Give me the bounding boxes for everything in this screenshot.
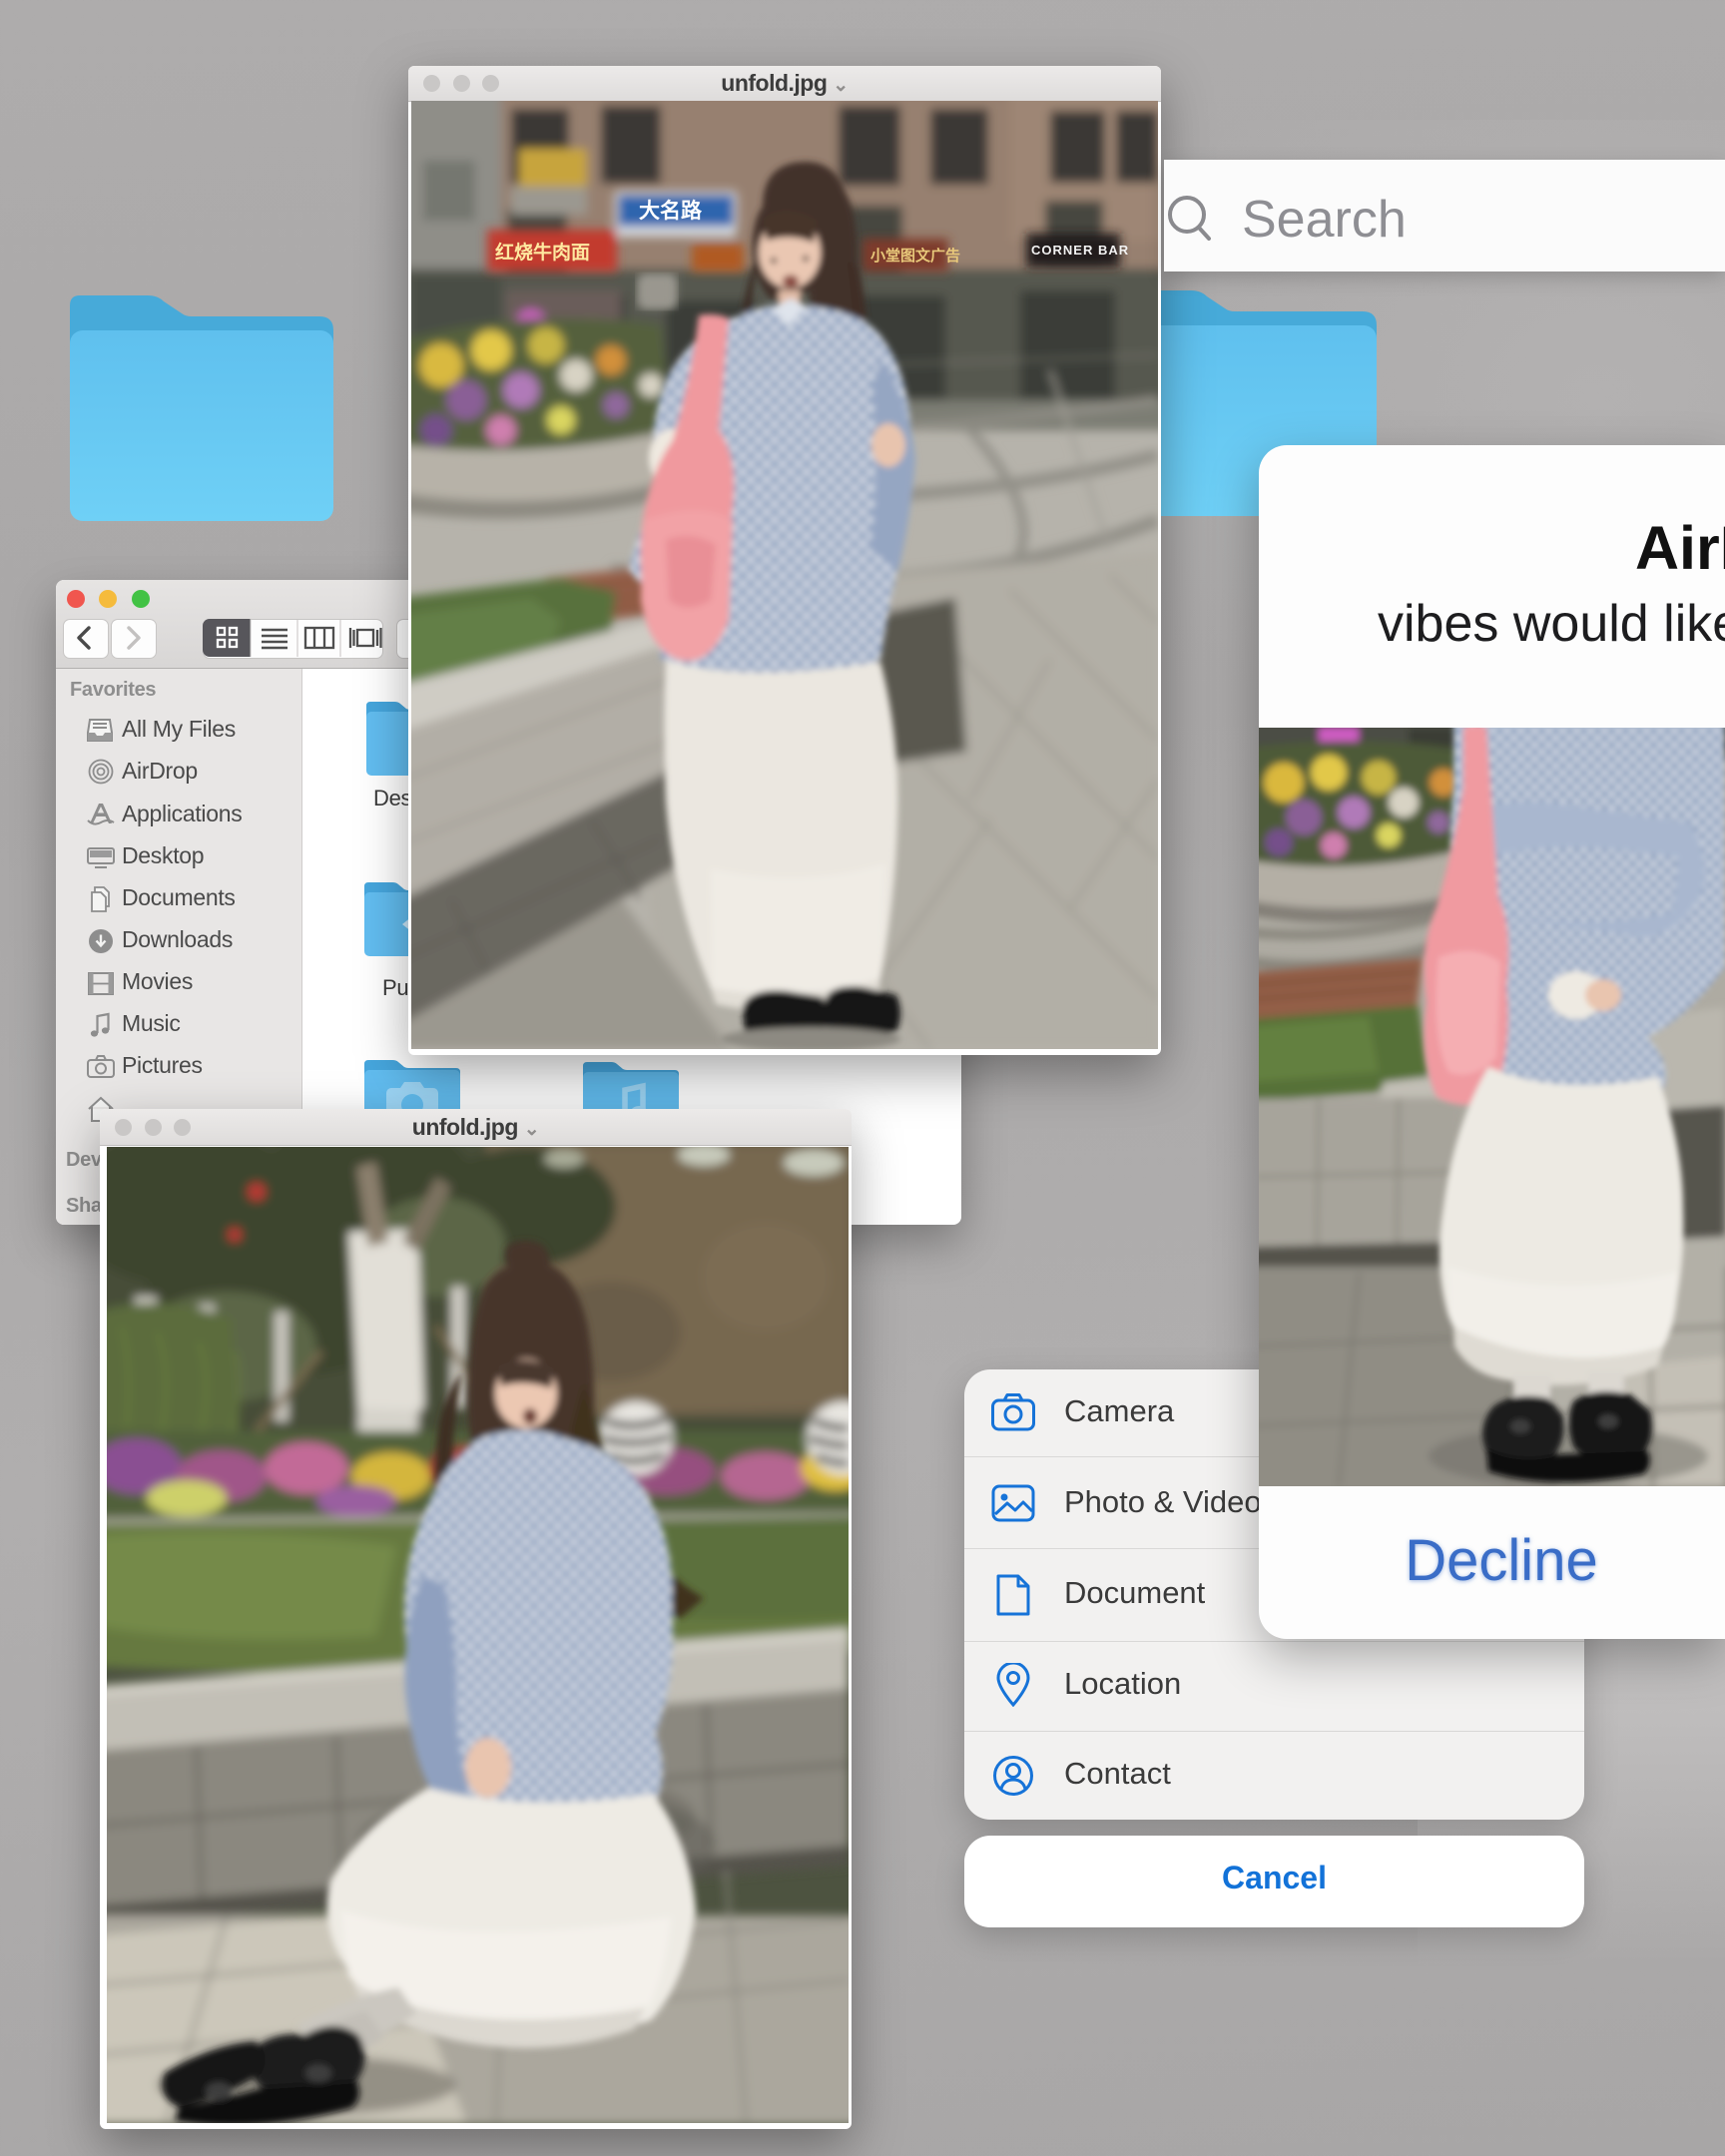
svg-text:红烧牛肉面: 红烧牛肉面 xyxy=(495,241,590,264)
svg-text:小堂图文广告: 小堂图文广告 xyxy=(870,247,960,265)
svg-text:大名路: 大名路 xyxy=(639,199,703,223)
svg-text:CORNER BAR: CORNER BAR xyxy=(1031,243,1129,258)
